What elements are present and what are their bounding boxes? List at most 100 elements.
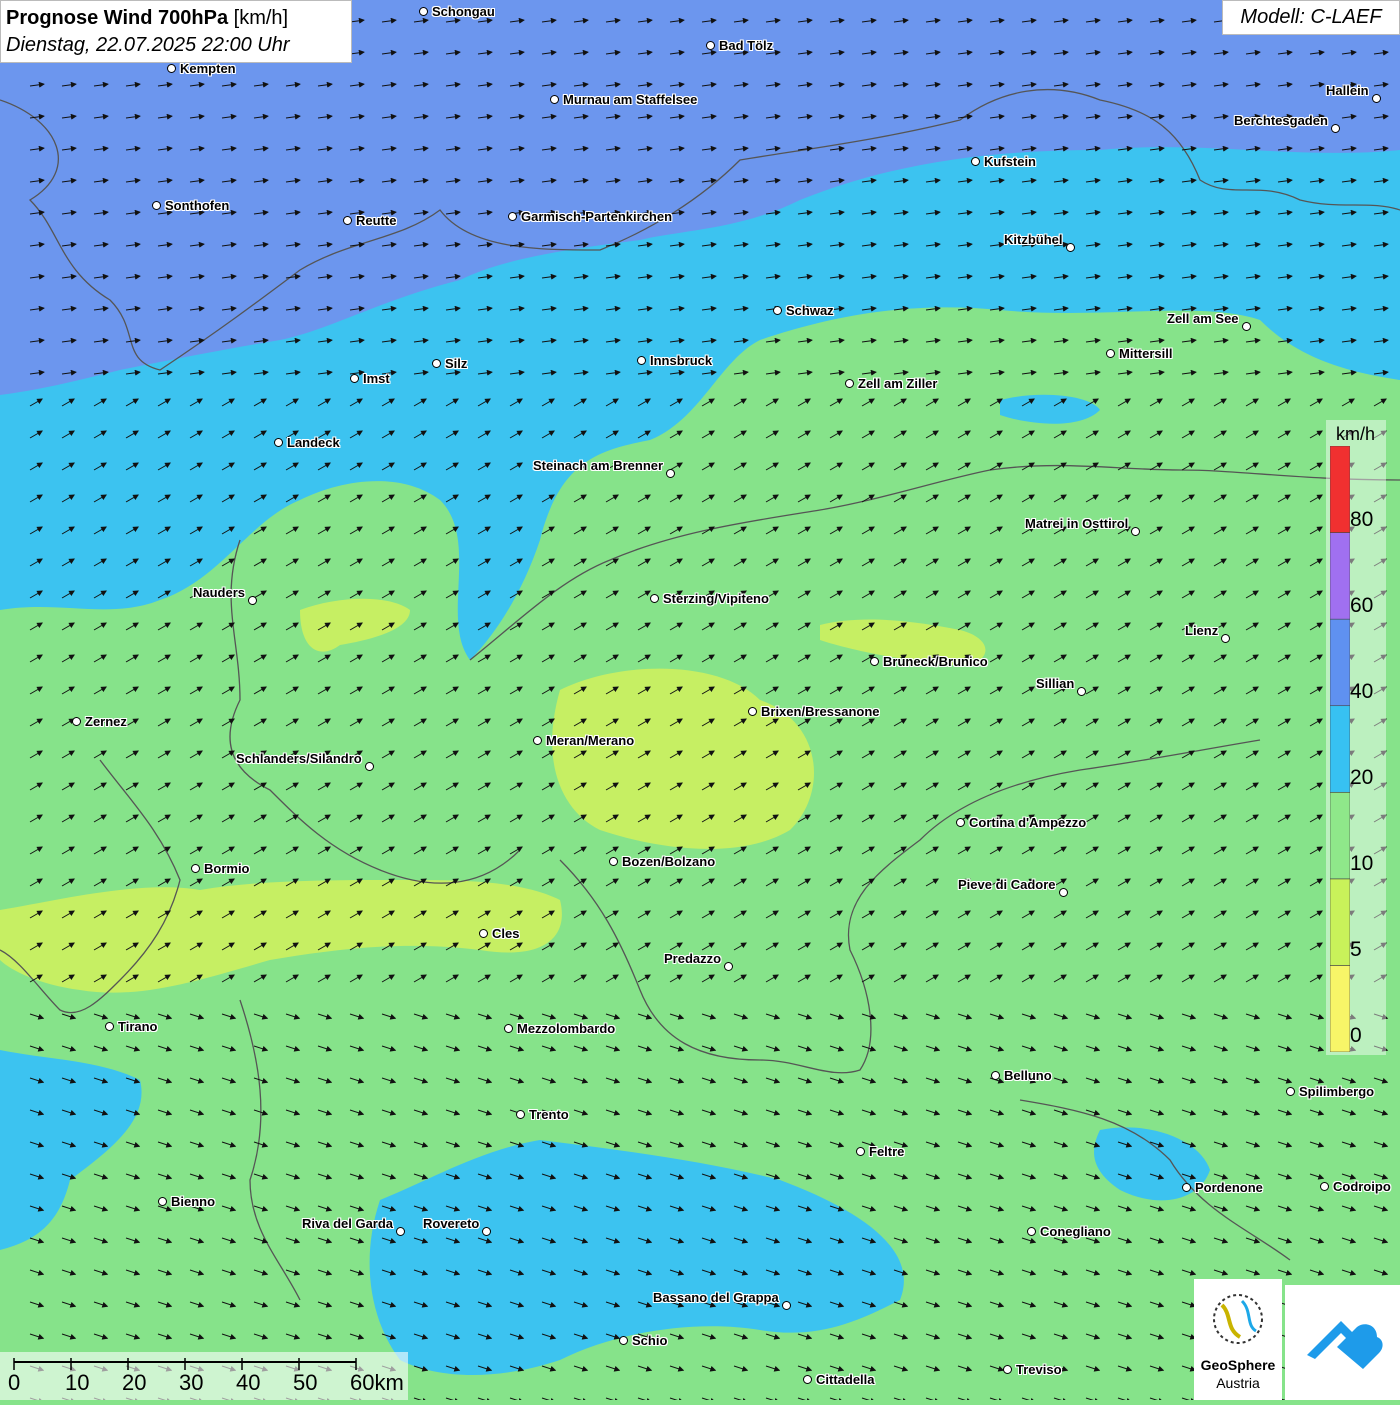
city-label: Kempten: [180, 61, 236, 76]
city-marker: [1331, 124, 1340, 133]
city-label: Silz: [445, 356, 468, 371]
city-label: Garmisch-Partenkirchen: [521, 209, 673, 224]
city-label: Mezzolombardo: [517, 1021, 616, 1036]
city-label: Murnau am Staffelsee: [563, 92, 698, 107]
city-marker: [1242, 322, 1251, 331]
legend-swatch: [1330, 532, 1350, 620]
scale-label: 0: [8, 1370, 21, 1395]
city-marker: [1131, 527, 1140, 536]
city-marker: [1286, 1087, 1295, 1096]
city-marker: [432, 359, 441, 368]
city-marker: [550, 95, 559, 104]
city-label: Reutte: [356, 213, 397, 228]
city-marker: [72, 717, 81, 726]
city-marker: [396, 1227, 405, 1236]
city-label: Sonthofen: [165, 198, 230, 213]
city-marker: [274, 438, 283, 447]
title-box: Prognose Wind 700hPa [km/h] Dienstag, 22…: [0, 0, 352, 63]
scale-label: 60km: [350, 1370, 404, 1395]
city-marker: [637, 356, 646, 365]
city-label: Mittersill: [1119, 346, 1173, 361]
city-marker: [1066, 243, 1075, 252]
legend-swatch: [1330, 878, 1350, 966]
city-marker: [1003, 1365, 1012, 1374]
city-marker: [350, 374, 359, 383]
weather-app-logo[interactable]: [1285, 1285, 1400, 1400]
city-marker: [482, 1227, 491, 1236]
legend-swatch: [1330, 791, 1350, 880]
geosphere-logo[interactable]: GeoSphere Austria: [1194, 1279, 1282, 1400]
city-label: Cles: [492, 926, 520, 941]
city-marker: [706, 41, 715, 50]
scale-label: 40: [236, 1370, 261, 1395]
map-title-main: Prognose Wind 700hPa: [6, 7, 229, 29]
city-label: Meran/Merano: [546, 733, 635, 748]
city-label: Cittadella: [816, 1372, 875, 1387]
city-label: Bienno: [171, 1194, 216, 1209]
city-marker: [971, 157, 980, 166]
city-label: Riva del Garda: [302, 1216, 394, 1231]
city-marker: [516, 1110, 525, 1119]
legend-label: 80: [1350, 508, 1374, 531]
city-label: Rovereto: [423, 1216, 480, 1231]
map-title: Prognose Wind 700hPa [km/h]: [6, 5, 347, 32]
city-marker: [504, 1024, 513, 1033]
city-label: Kufstein: [984, 154, 1036, 169]
model-label: Modell: C-LAEF: [1222, 0, 1400, 35]
legend-label: 10: [1350, 852, 1374, 875]
city-marker: [773, 306, 782, 315]
city-marker: [650, 594, 659, 603]
city-marker: [748, 707, 757, 716]
city-marker: [609, 857, 618, 866]
city-label: Zell am See: [1167, 311, 1239, 326]
legend-swatch: [1330, 965, 1350, 1052]
geosphere-emblem-icon: [1213, 1294, 1263, 1344]
city-label: Nauders: [193, 585, 246, 600]
city-label: Bassano del Grappa: [653, 1290, 779, 1305]
city-marker: [1372, 94, 1381, 103]
city-marker: [619, 1336, 628, 1345]
city-label: Feltre: [869, 1144, 905, 1159]
city-marker: [803, 1375, 812, 1384]
city-label: Hallein: [1326, 83, 1369, 98]
city-marker: [870, 657, 879, 666]
city-label: Innsbruck: [650, 353, 713, 368]
city-label: Pordenone: [1195, 1180, 1263, 1195]
city-label: Schio: [632, 1333, 668, 1348]
city-label: Conegliano: [1040, 1224, 1111, 1239]
city-marker: [508, 212, 517, 221]
city-marker: [856, 1147, 865, 1156]
city-marker: [724, 962, 733, 971]
city-marker: [191, 864, 200, 873]
city-label: Kitzbühel: [1004, 232, 1063, 247]
forecast-datetime: Dienstag, 22.07.2025 22:00 Uhr: [6, 34, 290, 56]
city-marker: [1182, 1183, 1191, 1192]
city-label: Bormio: [204, 861, 250, 876]
city-label: Schlanders/Silandro: [236, 751, 362, 766]
city-label: Brixen/Bressanone: [761, 704, 880, 719]
city-marker: [343, 216, 352, 225]
city-label: Lienz: [1185, 623, 1219, 638]
logo-line1: GeoSphere: [1200, 1357, 1276, 1373]
city-marker: [1077, 687, 1086, 696]
scale-label: 30: [179, 1370, 204, 1395]
city-label: Schongau: [432, 4, 495, 19]
city-marker: [152, 201, 161, 210]
scale-label: 50: [293, 1370, 318, 1395]
city-label: Bozen/Bolzano: [622, 854, 716, 869]
city-marker: [1221, 634, 1230, 643]
scale-label: 20: [122, 1370, 147, 1395]
city-marker: [479, 929, 488, 938]
legend-label: 0: [1350, 1024, 1362, 1047]
city-marker: [365, 762, 374, 771]
city-label: Landeck: [287, 435, 340, 450]
city-marker: [1059, 888, 1068, 897]
city-label: Sillian: [1036, 676, 1075, 691]
city-label: Sterzing/Vipiteno: [663, 591, 769, 606]
city-label: Imst: [363, 371, 390, 386]
legend-unit: km/h: [1336, 424, 1376, 444]
city-label: Schwaz: [786, 303, 834, 318]
city-label: Matrei in Osttirol: [1025, 516, 1129, 531]
city-marker: [1027, 1227, 1036, 1236]
city-label: Bruneck/Brunico: [883, 654, 988, 669]
